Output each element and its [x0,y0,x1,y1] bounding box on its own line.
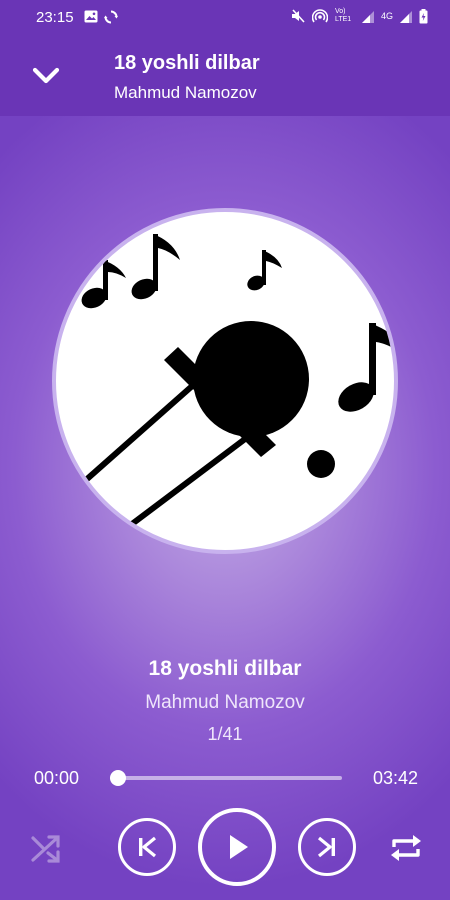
album-art [52,208,398,554]
status-bar: 23:15 Vo) LTE1 4G [0,0,450,36]
player-header: 18 yoshli dilbar Mahmud Namozov [0,36,450,116]
image-icon [84,10,98,23]
data-4g-label: 4G [380,11,393,21]
next-button[interactable] [298,818,356,876]
seek-bar[interactable] [110,769,342,787]
sync-icon [104,10,118,24]
volte-label: Vo) LTE1 [334,8,352,23]
song-title: 18 yoshli dilbar [148,657,302,680]
repeat-button[interactable] [382,826,430,870]
track-position: 1/41 [207,724,243,744]
skip-next-icon [317,836,335,858]
header-title: 18 yoshli dilbar [114,52,260,74]
header-artist: Mahmud Namozov [114,83,257,102]
play-icon [230,835,248,859]
hotspot-icon [311,9,328,23]
seek-track [110,776,342,780]
chevron-down-icon [32,67,60,84]
repeat-icon [391,835,421,861]
play-button[interactable] [198,808,276,886]
seek-thumb[interactable] [110,770,126,786]
collapse-button[interactable] [22,56,70,96]
mute-icon [291,9,305,23]
status-time: 23:15 [36,9,74,26]
elapsed-time: 00:00 [34,768,80,788]
player-screen: 23:15 Vo) LTE1 4G 18 yoshli dilbar Mahmu… [0,0,450,900]
karaoke-microphone-icon [76,234,394,530]
signal-icon [361,10,374,23]
song-artist: Mahmud Namozov [145,692,305,713]
skip-previous-icon [139,836,157,858]
shuffle-button[interactable] [24,826,68,870]
signal-icon [400,10,412,23]
total-time: 03:42 [372,768,418,788]
previous-button[interactable] [118,818,176,876]
battery-icon [419,8,428,23]
shuffle-icon [31,835,60,863]
